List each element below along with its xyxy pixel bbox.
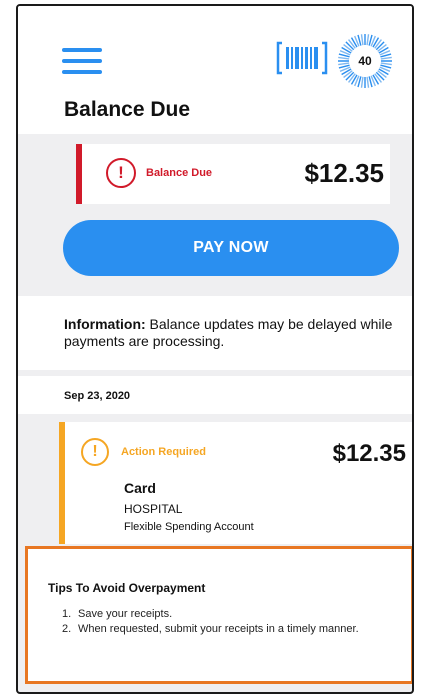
transaction-account: Flexible Spending Account bbox=[124, 521, 254, 533]
barcode-icon[interactable] bbox=[274, 37, 330, 79]
tip-text: Save your receipts. bbox=[78, 608, 173, 620]
page-title: Balance Due bbox=[64, 98, 191, 121]
balance-label: Balance Due bbox=[146, 167, 213, 179]
tips-title: Tips To Avoid Overpayment bbox=[48, 581, 206, 595]
transaction-amount: $12.35 bbox=[332, 440, 406, 467]
information-text: Information: Balance updates may be dela… bbox=[64, 316, 394, 350]
transaction-date: Sep 23, 2020 bbox=[64, 390, 131, 402]
transaction-status: Action Required bbox=[121, 446, 206, 458]
transaction-type: Card bbox=[124, 480, 156, 496]
pay-now-button[interactable]: PAY NOW bbox=[63, 220, 399, 276]
list-item: 1. Save your receipts. bbox=[62, 607, 382, 621]
activity-badge[interactable]: 40 bbox=[336, 32, 394, 90]
tips-panel: Tips To Avoid Overpayment 1. Save your r… bbox=[25, 546, 412, 684]
information-banner: Information: Balance updates may be dela… bbox=[18, 296, 412, 370]
transaction-merchant: HOSPITAL bbox=[124, 502, 183, 516]
hamburger-icon[interactable] bbox=[62, 48, 102, 74]
transaction-card[interactable]: ! Action Required $12.35 Card HOSPITAL F… bbox=[59, 422, 412, 544]
tip-number: 1. bbox=[62, 608, 72, 620]
date-header: Sep 23, 2020 bbox=[18, 376, 412, 414]
balance-due-card[interactable]: ! Balance Due $12.35 bbox=[76, 144, 390, 204]
list-item: 2. When requested, submit your receipts … bbox=[62, 622, 382, 636]
app-header: 40 Balance Due bbox=[18, 6, 412, 134]
balance-amount: $12.35 bbox=[304, 158, 384, 188]
tips-list: 1. Save your receipts. 2. When requested… bbox=[62, 607, 382, 637]
tip-number: 2. bbox=[62, 623, 72, 635]
app-screen: 40 Balance Due ! Balance Due $12.35 PAY … bbox=[16, 4, 414, 694]
information-label: Information: bbox=[64, 316, 146, 332]
warning-icon: ! bbox=[81, 438, 109, 466]
badge-count: 40 bbox=[350, 46, 380, 76]
alert-icon: ! bbox=[106, 158, 136, 188]
tip-text: When requested, submit your receipts in … bbox=[78, 623, 359, 635]
